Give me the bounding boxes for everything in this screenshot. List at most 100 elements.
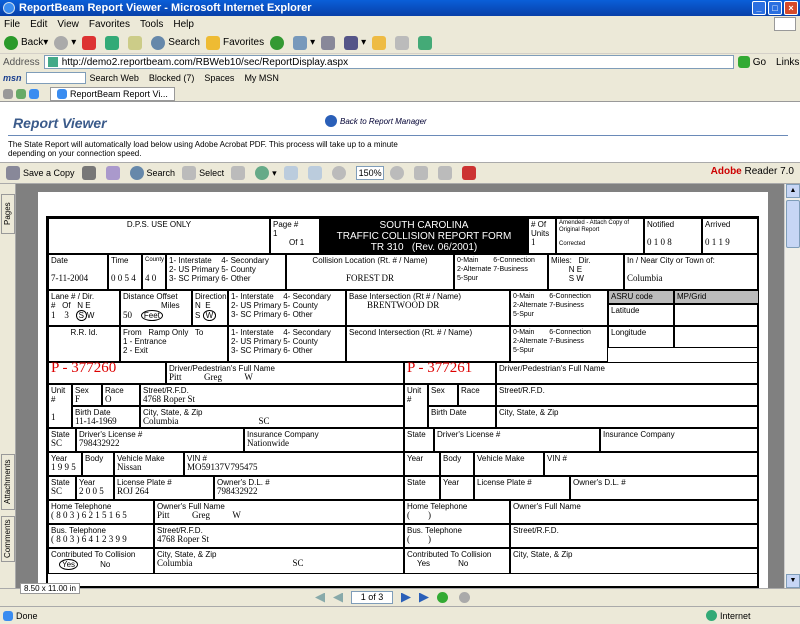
- scroll-down-arrow[interactable]: ▼: [786, 574, 800, 588]
- owner-csz-box-1: City, State, & Zip Columbia SC: [154, 548, 404, 574]
- miles-dir-box: Miles: Dir. N E S W: [548, 254, 624, 290]
- add-favorite-icon[interactable]: [16, 88, 26, 99]
- menu-view[interactable]: View: [57, 19, 79, 30]
- search-button[interactable]: Search: [151, 35, 200, 50]
- pdf-sidebar: Pages Attachments Comments: [0, 184, 16, 588]
- comments-tab[interactable]: Comments: [1, 516, 15, 562]
- back-to-report-manager-link[interactable]: Back to Report Manager: [325, 115, 427, 127]
- my-msn-button[interactable]: My MSN: [244, 73, 279, 83]
- menu-tools[interactable]: Tools: [140, 19, 163, 30]
- page-box: Page #1 Of 1: [270, 218, 320, 254]
- email-pdf-button[interactable]: [105, 166, 123, 180]
- rotate-button[interactable]: [437, 166, 455, 180]
- zoom-in-button[interactable]: [389, 166, 407, 180]
- mail-button[interactable]: ▾: [293, 35, 315, 50]
- links-button[interactable]: Links: [776, 57, 799, 68]
- favorites-star-icon[interactable]: [3, 88, 13, 99]
- windows-logo-icon: [774, 17, 796, 31]
- print-pdf-button[interactable]: [81, 166, 99, 180]
- back-arrow-icon: [325, 115, 337, 127]
- zoom-out-icon: [331, 166, 346, 180]
- pages-tab[interactable]: Pages: [1, 194, 15, 234]
- longitude-value: [674, 326, 759, 348]
- base-intersection-box: Base Intersection (Rt # / Name) BRENTWOOD…: [346, 290, 510, 326]
- stop-button[interactable]: [82, 35, 99, 50]
- load-message: The State Report will automatically load…: [8, 140, 398, 158]
- snapshot-button[interactable]: [231, 166, 248, 180]
- magnifier-icon: [255, 166, 270, 180]
- tab-list-icon[interactable]: [29, 88, 39, 99]
- route-type-box: 1- Interstate 2- US Primary 3- SC Primar…: [166, 254, 286, 290]
- page-layout-button[interactable]: [413, 166, 431, 180]
- disk-icon: [6, 166, 20, 180]
- scroll-up-arrow[interactable]: ▲: [786, 184, 800, 198]
- year-box-1: Year 1 9 9 5: [48, 452, 82, 476]
- actual-size-button[interactable]: [283, 166, 301, 180]
- last-page-icon[interactable]: [419, 592, 429, 603]
- messenger-button[interactable]: [418, 35, 435, 50]
- dl-box-1: Driver's License #798432922: [76, 428, 244, 452]
- favorites-button[interactable]: Favorites: [205, 35, 264, 50]
- plate-state-box-1: State SC: [48, 476, 76, 500]
- street-box-2: Street/R.F.D.: [496, 384, 759, 406]
- bus-tel-box-1: Bus. Telephone( 8 0 3 ) 6 4 1 2 3 9 9: [48, 524, 154, 548]
- msn-toolbar: msn Search Web Blocked (7) Spaces My MSN: [0, 70, 800, 86]
- status-text: Done: [16, 610, 38, 621]
- zoom-input[interactable]: 150%: [355, 166, 384, 180]
- address-input[interactable]: http://demo2.reportbeam.com/RBWeb10/sec/…: [43, 55, 734, 69]
- print-button[interactable]: [321, 35, 338, 50]
- menu-file[interactable]: File: [4, 19, 20, 30]
- blocked-button[interactable]: Blocked (7): [149, 73, 195, 83]
- search-pdf-button[interactable]: Search: [129, 166, 175, 180]
- next-view-icon[interactable]: [459, 592, 470, 603]
- spaces-button[interactable]: Spaces: [204, 73, 234, 83]
- scroll-thumb[interactable]: [786, 200, 800, 248]
- time-box: Time 0 0 5 4: [108, 254, 142, 290]
- first-page-icon[interactable]: [315, 592, 325, 603]
- back-button[interactable]: Back ▾: [4, 35, 48, 50]
- home-tel-box-2: Home Telephone( ): [404, 500, 510, 524]
- minimize-button[interactable]: _: [752, 1, 766, 15]
- second-route-kind-box: 0-Main 2-Alternate 5-Spur 6-Connection 7-…: [510, 326, 608, 362]
- edit-button[interactable]: ▾: [344, 35, 366, 50]
- forward-button[interactable]: ▾: [54, 35, 76, 50]
- folder-button[interactable]: [372, 35, 389, 50]
- page-number-input[interactable]: 1 of 3: [351, 591, 393, 604]
- maximize-button[interactable]: □: [768, 1, 782, 15]
- menu-edit[interactable]: Edit: [30, 19, 47, 30]
- fit-page-button[interactable]: [307, 166, 325, 180]
- research-button[interactable]: [395, 35, 412, 50]
- previous-page-icon[interactable]: [333, 592, 343, 603]
- browser-status-bar: Done Internet: [0, 606, 800, 624]
- adobe-online-button[interactable]: [461, 166, 479, 180]
- owner-name-box-2: Owner's Full Name: [510, 500, 759, 524]
- page-layout-icon: [413, 166, 428, 180]
- rr-box: R.R. Id.: [48, 326, 120, 362]
- body-box-1: Body: [82, 452, 114, 476]
- close-button[interactable]: ×: [784, 1, 798, 15]
- plate-box-2: License Plate #: [474, 476, 570, 500]
- search-web-button[interactable]: Search Web: [90, 73, 139, 83]
- save-copy-button[interactable]: Save a Copy: [6, 166, 75, 180]
- previous-view-icon[interactable]: [437, 592, 448, 603]
- go-button[interactable]: Go: [737, 56, 766, 68]
- state-box-2: State: [404, 428, 434, 452]
- pdf-vertical-scrollbar[interactable]: ▲ ▼: [784, 184, 800, 588]
- zoom-out-button[interactable]: [331, 166, 349, 180]
- menu-favorites[interactable]: Favorites: [89, 19, 130, 30]
- menu-help[interactable]: Help: [173, 19, 194, 30]
- report-viewer-header: Report Viewer Back to Report Manager The…: [0, 102, 800, 162]
- home-button[interactable]: [128, 35, 145, 50]
- window-title: ReportBeam Report Viewer - Microsoft Int…: [19, 2, 312, 14]
- refresh-button[interactable]: [105, 35, 122, 50]
- base-route-type-box: 1- Interstate 2- US Primary 3- SC Primar…: [228, 290, 346, 326]
- history-button[interactable]: [270, 35, 287, 50]
- make-box-1: Vehicle Make Nissan: [114, 452, 184, 476]
- zoom-tool-button[interactable]: ▾: [255, 166, 277, 180]
- address-bar: Address http://demo2.reportbeam.com/RBWe…: [0, 54, 800, 70]
- attachments-tab[interactable]: Attachments: [1, 454, 15, 510]
- msn-search-input[interactable]: [25, 72, 86, 84]
- select-tool-button[interactable]: Select: [182, 166, 224, 180]
- next-page-icon[interactable]: [401, 592, 411, 603]
- tab-reportbeam[interactable]: ReportBeam Report Vi...: [50, 86, 175, 101]
